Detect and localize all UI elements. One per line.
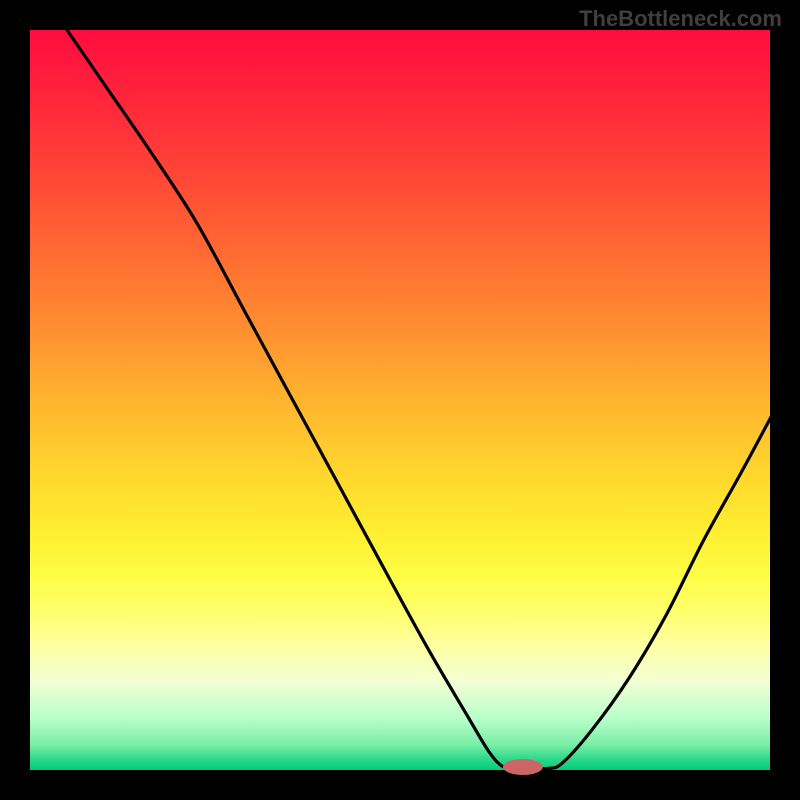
chart-svg bbox=[0, 0, 800, 800]
gradient-background bbox=[30, 30, 770, 770]
optimal-marker bbox=[503, 759, 543, 775]
watermark-text: TheBottleneck.com bbox=[579, 6, 782, 32]
chart-stage: TheBottleneck.com bbox=[0, 0, 800, 800]
